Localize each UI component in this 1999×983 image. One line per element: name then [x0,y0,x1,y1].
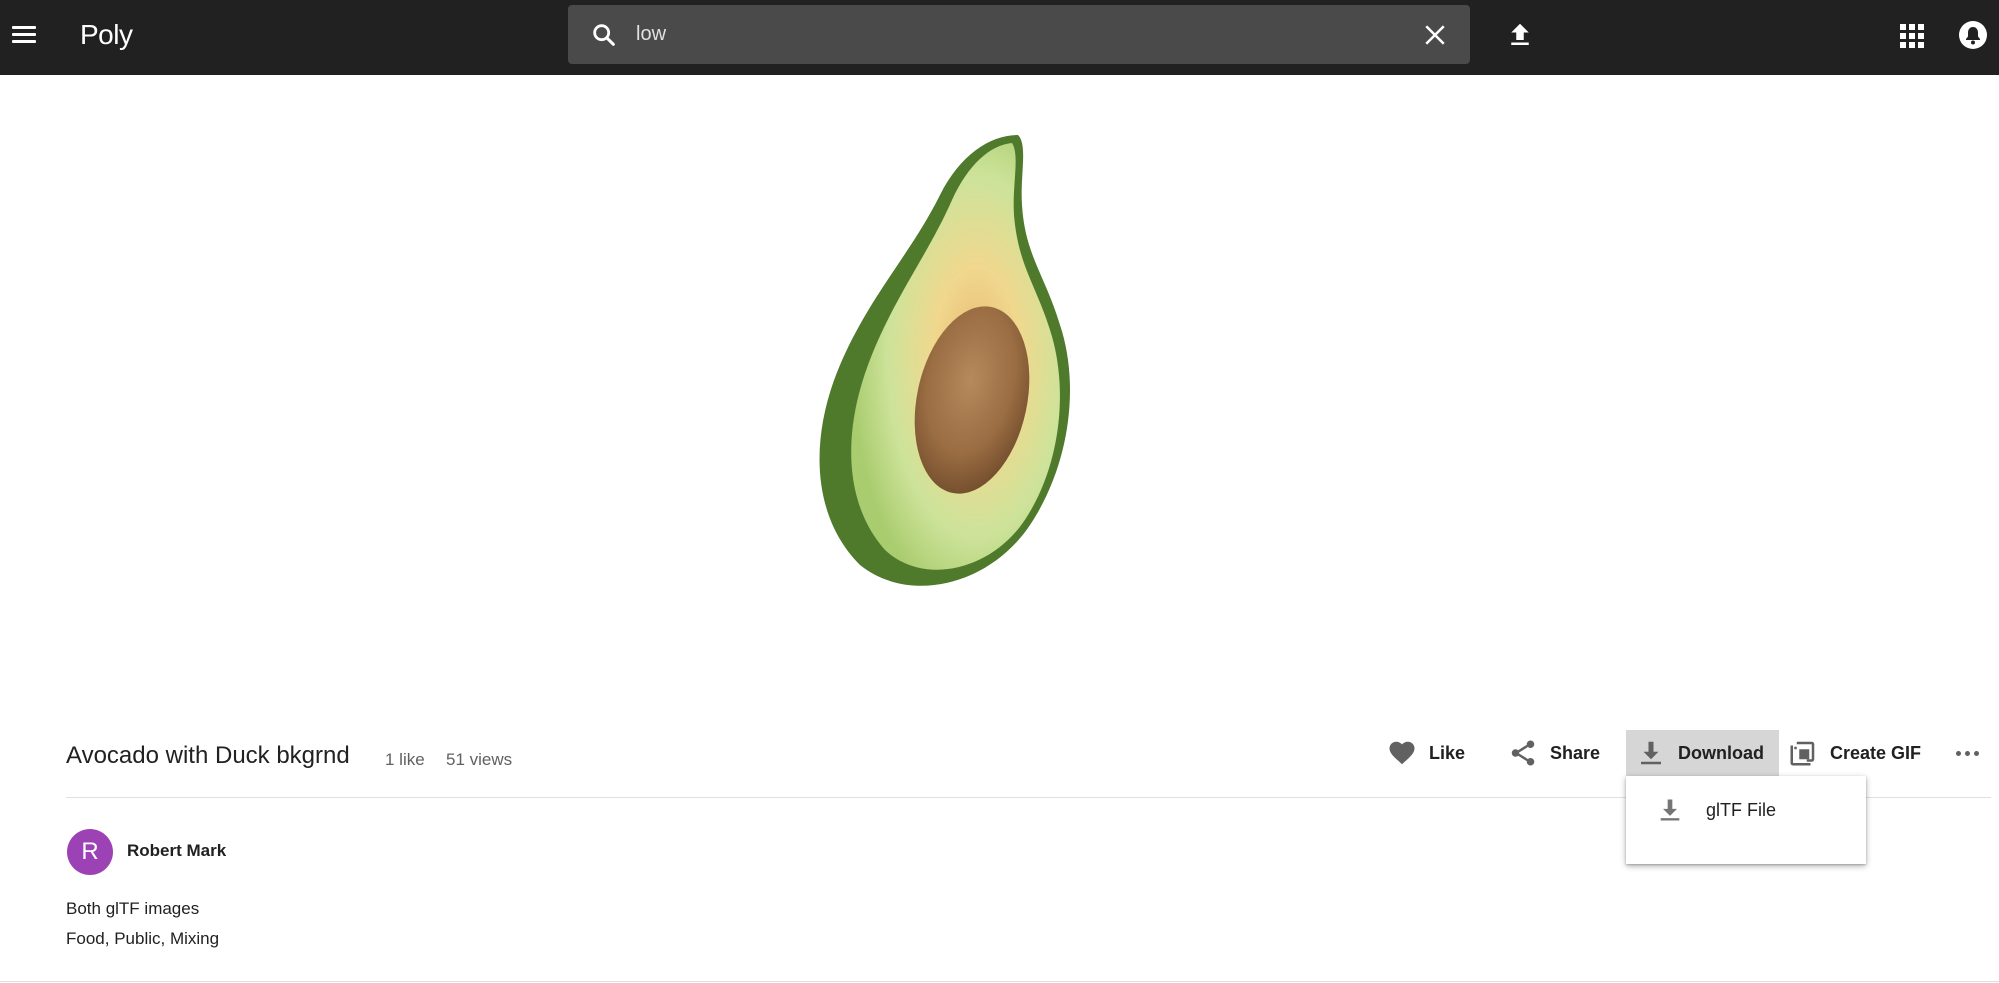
share-button[interactable]: Share [1508,730,1600,776]
avocado-model-image [819,135,1070,586]
more-horizontal-icon[interactable] [1956,741,1980,765]
account-icon[interactable] [1959,21,1987,49]
asset-title: Avocado with Duck bkgrnd [66,742,350,769]
search-icon[interactable] [590,21,618,49]
download-gltf-item[interactable]: glTF File [1626,788,1866,832]
top-app-bar: Poly [0,0,1999,75]
views-count: 51 views [446,750,513,769]
download-label: Download [1678,742,1764,763]
create-gif-button[interactable]: Create GIF [1788,730,1921,776]
likes-count: 1 like [385,750,425,769]
apps-grid-icon[interactable] [1900,24,1924,48]
menu-icon[interactable] [10,21,38,49]
close-icon[interactable] [1420,20,1450,50]
search-bar[interactable] [568,5,1470,64]
create-gif-icon [1790,741,1815,766]
like-label: Like [1429,742,1466,763]
search-input[interactable] [636,16,1376,52]
bottom-divider [0,981,1999,982]
like-button[interactable]: Like [1387,730,1465,776]
download-icon [1660,799,1680,821]
asset-tags: Food, Public, Mixing [66,929,220,948]
author-name[interactable]: Robert Mark [127,841,226,861]
share-icon [1511,740,1535,766]
create-gif-label: Create GIF [1830,742,1922,763]
model-viewer[interactable] [0,75,1999,715]
download-icon [1641,741,1661,765]
avatar[interactable]: R [67,829,113,875]
download-menu: glTF File [1626,776,1866,864]
download-gltf-label: glTF File [1706,800,1777,820]
heart-icon [1389,741,1415,765]
download-button[interactable]: Download [1626,730,1779,776]
upload-icon[interactable] [1505,19,1535,51]
app-logo[interactable]: Poly [80,19,133,51]
asset-description: Both glTF images [66,899,200,918]
share-label: Share [1550,742,1601,763]
